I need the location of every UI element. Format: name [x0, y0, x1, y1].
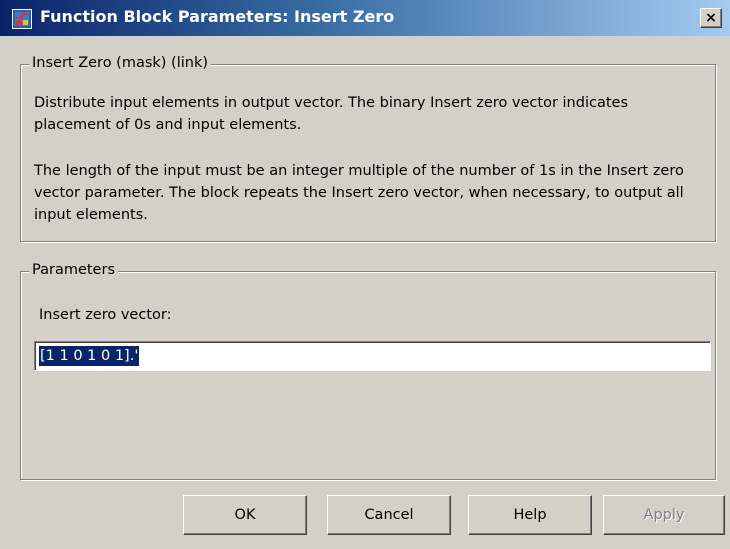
block-description-text-2: The length of the input must be an integ… [34, 163, 684, 223]
apply-button[interactable]: Apply [603, 495, 725, 535]
block-description-text-1: Distribute input elements in output vect… [34, 95, 628, 133]
ok-button[interactable]: OK [183, 495, 307, 535]
close-button[interactable]: × [700, 8, 722, 28]
help-button[interactable]: Help [468, 495, 592, 535]
simulink-block-icon [12, 9, 32, 29]
insert-zero-vector-value: [1 1 0 1 0 1].' [39, 346, 140, 366]
close-icon: × [705, 10, 717, 26]
insert-zero-vector-input[interactable]: [1 1 0 1 0 1].' [34, 341, 711, 371]
block-description-legend: Insert Zero (mask) (link) [29, 54, 212, 72]
cancel-button[interactable]: Cancel [327, 495, 451, 535]
title-bar[interactable]: Function Block Parameters: Insert Zero × [0, 0, 730, 36]
dialog-window: Function Block Parameters: Insert Zero ×… [0, 0, 730, 549]
parameters-legend: Parameters [29, 261, 118, 279]
window-title: Function Block Parameters: Insert Zero [40, 7, 395, 26]
insert-zero-vector-label: Insert zero vector: [39, 307, 172, 323]
parameters-group [20, 271, 717, 481]
